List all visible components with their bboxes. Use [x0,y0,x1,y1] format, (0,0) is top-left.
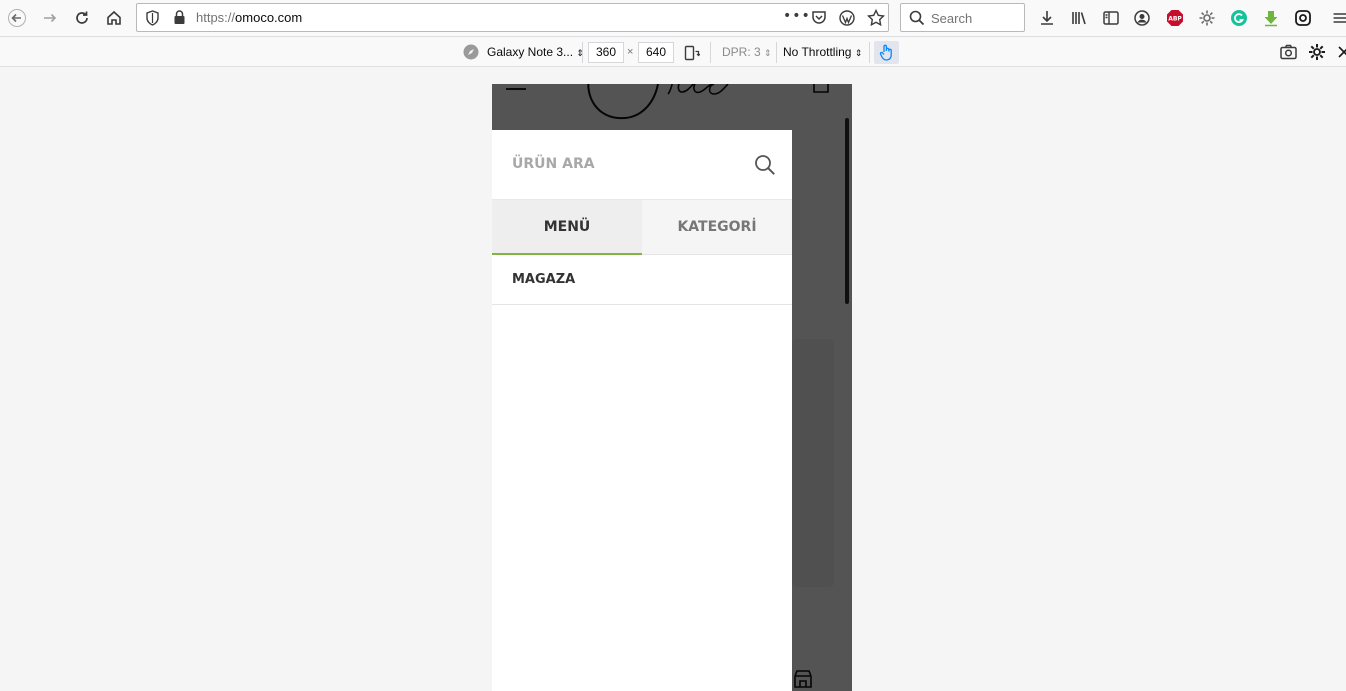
product-search[interactable]: ÜRÜN ARA [492,130,792,200]
sidebar-button[interactable] [1098,6,1124,30]
viewport-width-input[interactable]: 360 [588,42,624,63]
account-button[interactable] [1129,6,1155,30]
bookmark-star-icon[interactable] [867,9,885,27]
close-icon[interactable] [1338,46,1346,58]
library-button[interactable] [1066,6,1092,30]
download-arrow-green-icon [1264,11,1278,27]
url-bar[interactable]: https://omoco.com ••• [136,3,889,32]
shield-icon [146,10,159,26]
forward-button[interactable] [37,6,63,30]
divider [710,42,711,63]
search-box[interactable]: Search [900,3,1025,32]
compass-icon [463,44,479,60]
page-actions-icon[interactable]: ••• [783,8,811,24]
touch-simulation-button[interactable] [874,41,899,64]
url-text: https://omoco.com [196,10,302,25]
reload-icon [76,11,88,24]
download-icon [1041,11,1053,25]
search-icon[interactable] [754,154,776,176]
menu-item-magaza[interactable]: MAGAZA [492,255,792,305]
browser-toolbar: https://omoco.com ••• Search ABP [0,0,1346,37]
divider [776,42,777,63]
dpr-dropdown-icon: ⇕ [764,48,772,58]
extension-gear-button[interactable] [1194,6,1220,30]
sidebar-icon [1103,11,1119,25]
account-icon [1134,10,1150,26]
device-viewport: ÜRÜN ARA MENÜ KATEGORİ MAGAZA [492,84,852,691]
url-host: omoco.com [235,10,303,25]
adblock-plus-button[interactable]: ABP [1162,6,1188,30]
home-icon [107,10,121,25]
mobile-nav-drawer: ÜRÜN ARA MENÜ KATEGORİ MAGAZA [492,130,792,691]
reload-button[interactable] [69,6,95,30]
responsive-design-toolbar: Galaxy Note 3... ⇕ 360 × 640 DPR: 3 ⇕ No… [0,38,1346,67]
dimension-separator: × [627,46,634,58]
lock-icon [174,10,185,24]
throttling-dropdown-icon: ⇕ [854,48,863,58]
touch-hand-icon [879,44,892,61]
product-search-input[interactable]: ÜRÜN ARA [512,156,595,172]
library-icon [1072,12,1086,25]
link-extension-icon [1295,10,1311,26]
throttling-label: No Throttling [783,45,852,59]
arrow-left-icon [8,9,26,27]
rotate-device-icon[interactable] [684,45,700,61]
extension-link-button[interactable] [1290,6,1316,30]
home-button[interactable] [101,6,127,30]
tab-menu[interactable]: MENÜ [492,200,642,255]
tab-kategori[interactable]: KATEGORİ [642,200,792,255]
drawer-tabs: MENÜ KATEGORİ [492,200,792,255]
divider [582,42,583,63]
url-scheme: https:// [196,10,236,25]
arrow-right-icon [44,13,57,23]
throttling-selector[interactable]: No Throttling ⇕ [783,45,862,59]
hamburger-icon [1333,13,1346,23]
adblock-plus-icon: ABP [1167,10,1183,26]
search-placeholder: Search [931,11,973,26]
downloads-button[interactable] [1034,6,1060,30]
menu-button[interactable] [1330,6,1346,30]
back-button[interactable] [4,6,30,30]
device-selector[interactable]: Galaxy Note 3... ⇕ [487,45,584,59]
screenshot-camera-icon[interactable] [1280,44,1297,60]
settings-gear-icon[interactable] [1308,43,1326,61]
grammarly-button[interactable] [1226,6,1252,30]
svg-text:ABP: ABP [1168,16,1182,23]
cog-extension-icon [1199,10,1215,26]
search-icon [909,10,925,26]
download-helper-button[interactable] [1258,6,1284,30]
dpr-label: DPR: 3 [722,45,761,59]
device-label: Galaxy Note 3... [487,45,574,59]
dpr-selector[interactable]: DPR: 3 ⇕ [722,45,772,59]
pocket-icon[interactable] [811,10,827,26]
divider [869,42,870,63]
wordpress-icon[interactable] [839,10,855,26]
viewport-height-input[interactable]: 640 [638,42,674,63]
grammarly-icon [1231,10,1247,26]
